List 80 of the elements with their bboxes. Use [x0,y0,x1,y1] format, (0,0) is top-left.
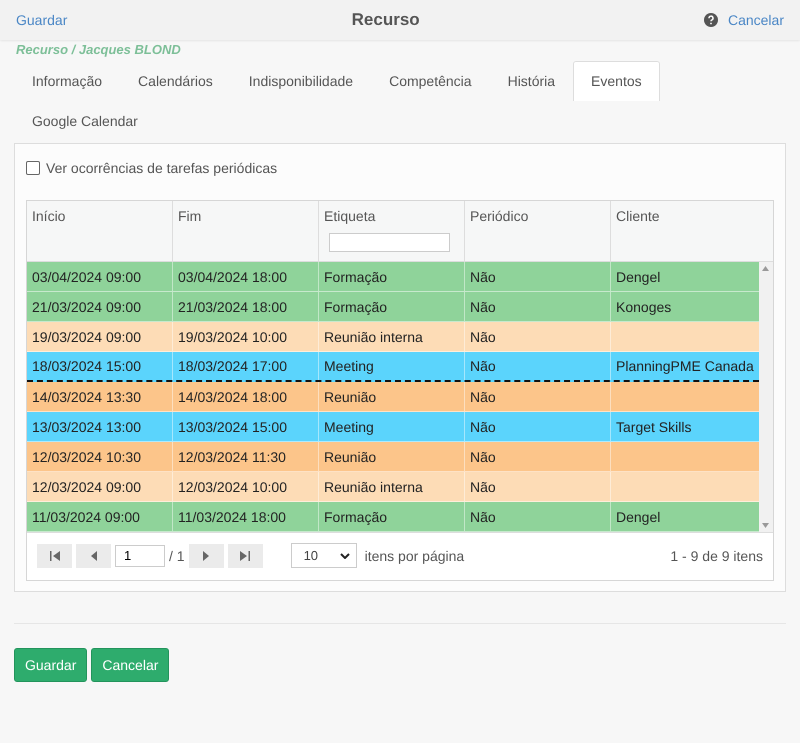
table-cell: Target Skills [616,418,692,434]
breadcrumb: Recurso / Jacques BLOND [15,41,182,57]
table-cell: 18/03/2024 15:00 [32,358,141,374]
chevron-down-icon [340,552,350,558]
table-cell: 03/04/2024 18:00 [178,268,287,284]
table-cell: 21/03/2024 09:00 [32,298,141,314]
table-cell: Reunião [324,448,376,464]
table-cell: 03/04/2024 09:00 [32,268,141,284]
table-cell: 19/03/2024 09:00 [32,328,141,344]
table-row[interactable]: 19/03/2024 09:00 19/03/2024 10:00 Reunião interna Não [27,322,759,352]
tab[interactable]: História [490,61,574,101]
table-cell: Dengel [616,268,660,284]
table-cell: Reunião interna [324,328,423,344]
checkbox[interactable] [26,161,40,175]
table-cell: Formação [324,298,388,314]
table-cell: 18/03/2024 17:00 [178,358,287,374]
table-row[interactable]: 21/03/2024 09:00 21/03/2024 18:00 Formação Não Konoges [27,292,759,322]
page-field[interactable]: 1 [115,544,165,566]
page-count: / 1 [169,548,185,564]
help-icon[interactable] [704,13,718,27]
table-cell: Formação [324,268,388,284]
table-cell: 19/03/2024 10:00 [178,328,287,344]
column-header[interactable]: Etiqueta [324,208,376,224]
item-count: 1 - 9 de 9 itens [670,548,763,564]
table-row[interactable]: 14/03/2024 13:30 14/03/2024 18:00 Reunião Não [27,382,759,412]
table-cell: Não [470,298,496,314]
table-cell: 14/03/2024 13:30 [32,388,141,404]
table-cell: Não [470,388,496,404]
table-cell: Konoges [616,298,672,314]
table-cell: 12/03/2024 11:30 [178,448,286,464]
tab[interactable]: Competência [371,61,490,101]
table-cell: 13/03/2024 13:00 [32,418,141,434]
table-cell: Meeting [324,358,374,374]
first-page-button[interactable] [37,544,72,568]
table-cell: Não [470,448,496,464]
table-cell: Não [470,508,496,524]
table-cell: 21/03/2024 18:00 [178,298,287,314]
table-row[interactable]: 11/03/2024 09:00 11/03/2024 18:00 Formação Não Dengel [27,502,759,532]
checkbox-label: Ver ocorrências de tarefas periódicas [46,160,278,176]
table-cell: Não [470,328,496,344]
filter-field[interactable] [329,233,450,252]
column-header[interactable]: Cliente [616,208,660,224]
column-header[interactable]: Periódico [470,208,528,224]
table-cell: 12/03/2024 10:30 [32,448,141,464]
table-cell: Formação [324,508,388,524]
tab[interactable]: Calendários [120,61,231,101]
table-cell: Reunião [324,388,376,404]
tab[interactable]: Google Calendar [14,101,156,141]
table-row[interactable]: 12/03/2024 10:30 12/03/2024 11:30 Reunião Não [27,442,759,472]
table-cell: 12/03/2024 10:00 [178,478,287,494]
table-cell: Dengel [616,508,660,524]
page-size-select[interactable]: 10 [290,543,357,568]
tab[interactable]: Eventos [573,61,660,101]
table-cell: Reunião interna [324,478,423,494]
tab[interactable]: Informação [14,61,120,101]
table-cell: Não [470,268,496,284]
table-row[interactable]: 18/03/2024 15:00 18/03/2024 17:00 Meeting Não PlanningPME Canada [27,352,759,382]
page-size-label: itens por página [364,548,464,564]
last-page-button[interactable] [228,544,263,568]
table-cell: Não [470,478,496,494]
table-row[interactable]: 13/03/2024 13:00 13/03/2024 15:00 Meeting Não Target Skills [27,412,759,442]
last-page-icon [239,550,252,562]
table-cell: 12/03/2024 09:00 [32,478,141,494]
table-cell: Não [470,418,496,434]
table-cell: 14/03/2024 18:00 [178,388,287,404]
table-cell: Não [470,358,496,374]
page-title: Recurso [352,10,420,30]
first-page-icon [48,550,60,562]
table-cell: 11/03/2024 18:00 [178,508,286,524]
table-row[interactable]: 03/04/2024 09:00 03/04/2024 18:00 Formação Não Dengel [27,262,759,292]
table-row[interactable]: 12/03/2024 09:00 12/03/2024 10:00 Reunião interna Não [27,472,759,502]
table-cell: 11/03/2024 09:00 [32,508,140,524]
table-cell: PlanningPME Canada [616,358,754,374]
column-header[interactable]: Fim [178,208,202,224]
table-cell: 13/03/2024 15:00 [178,418,287,434]
next-page-button[interactable] [188,544,224,568]
tab[interactable]: Indisponibilidade [230,61,372,101]
table-cell: Meeting [324,418,374,434]
previous-page-button[interactable] [76,544,111,568]
column-header[interactable]: Início [32,208,66,224]
